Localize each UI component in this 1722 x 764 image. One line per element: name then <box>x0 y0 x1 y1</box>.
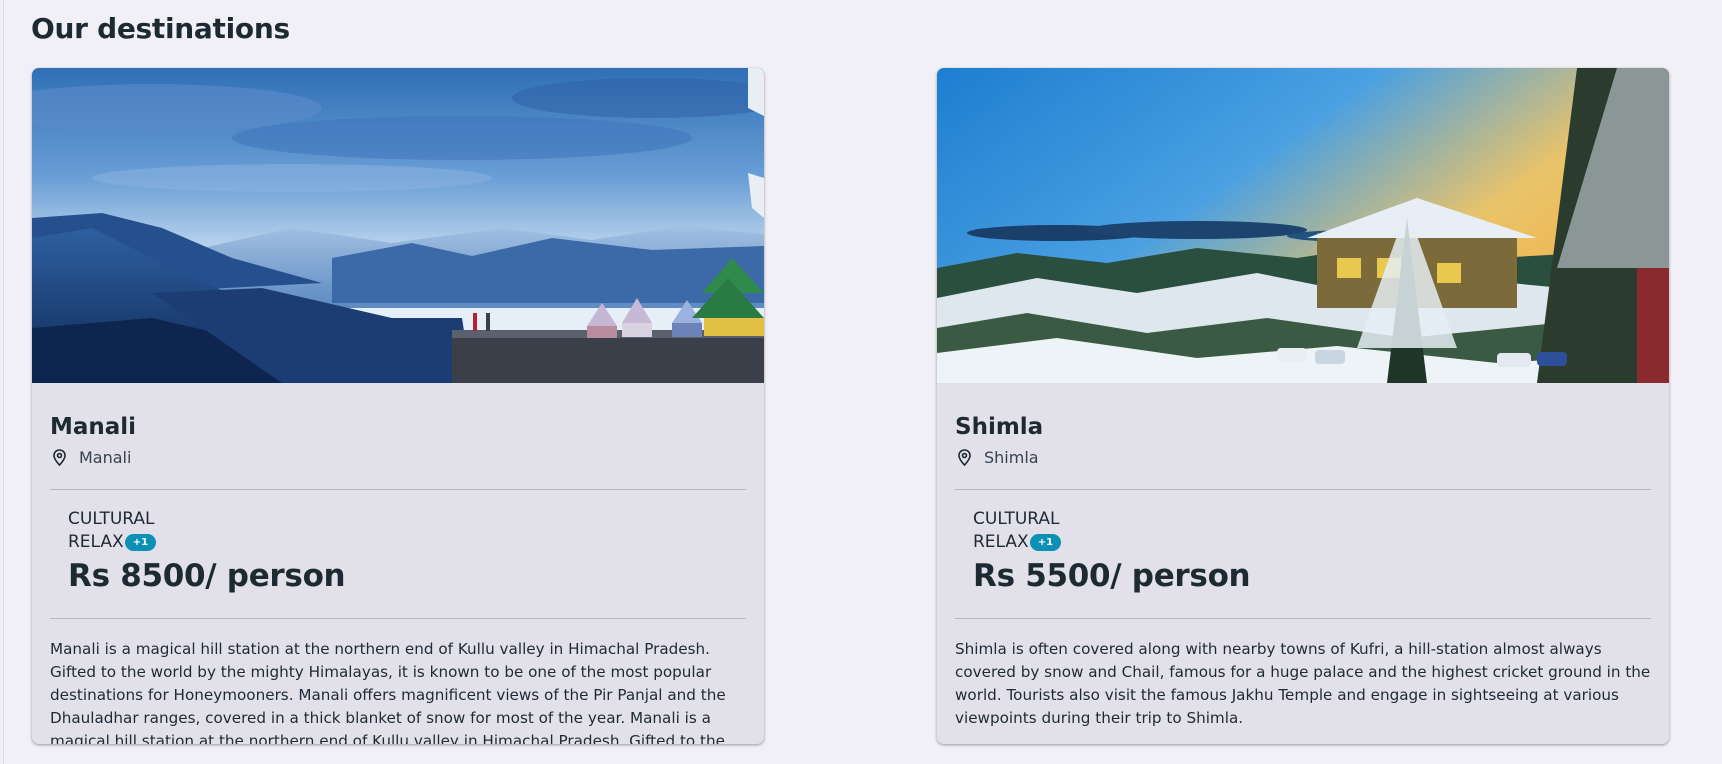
manali-photo <box>32 68 764 383</box>
destination-name: Shimla <box>955 414 1044 440</box>
shimla-photo <box>937 68 1669 383</box>
tag-relax: RELAX <box>68 532 124 552</box>
destination-image-manali[interactable] <box>32 68 764 383</box>
destination-description: Manali is a magical hill station at the … <box>50 640 726 744</box>
destination-card-manali[interactable]: Manali Manali CULTURAL RELAX +1 Rs 8500/… <box>32 68 764 744</box>
destination-price: Rs 8500/ person <box>68 558 346 594</box>
tag-relax: RELAX <box>973 532 1029 552</box>
destination-image-shimla[interactable] <box>937 68 1669 383</box>
divider <box>955 489 1651 490</box>
tag-cultural: CULTURAL <box>68 509 155 529</box>
destination-card-shimla[interactable]: Shimla Shimla CULTURAL RELAX +1 Rs 5500/… <box>937 68 1669 744</box>
tag-row: RELAX +1 <box>68 532 157 552</box>
tag-cultural: CULTURAL <box>973 509 1060 529</box>
map-pin-icon <box>958 449 971 467</box>
more-tags-badge[interactable]: +1 <box>124 533 157 551</box>
destination-location: Manali <box>50 448 131 467</box>
more-tags-badge[interactable]: +1 <box>1029 533 1062 551</box>
page-title: Our destinations <box>31 12 290 45</box>
destination-name: Manali <box>50 414 137 440</box>
map-pin-icon <box>53 449 66 467</box>
divider <box>50 618 746 619</box>
divider <box>50 489 746 490</box>
destination-location: Shimla <box>955 448 1039 467</box>
location-label: Manali <box>79 448 132 467</box>
divider <box>955 618 1651 619</box>
destination-description: Shimla is often covered along with nearb… <box>955 640 1651 727</box>
tag-row: RELAX +1 <box>973 532 1062 552</box>
location-label: Shimla <box>984 448 1039 467</box>
destination-price: Rs 5500/ person <box>973 558 1251 594</box>
page-left-border <box>3 0 4 764</box>
